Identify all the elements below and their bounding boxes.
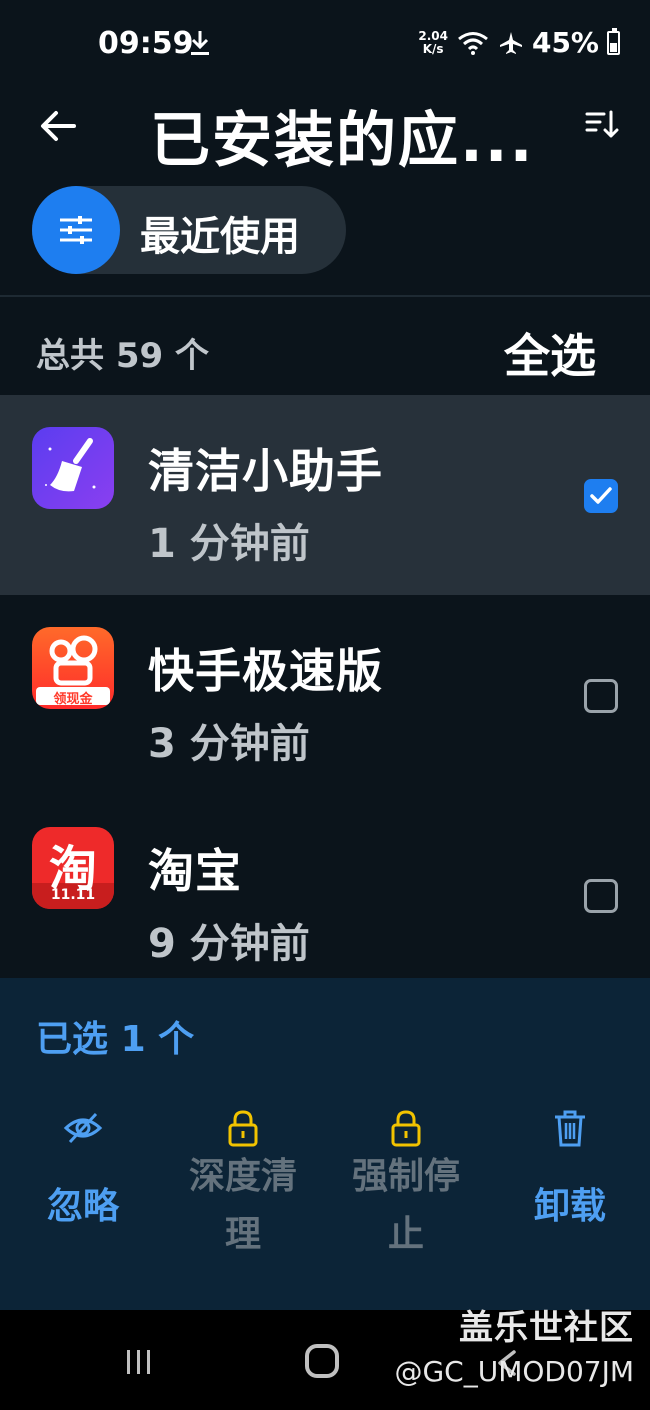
deep-clean-label-1: 深度清 — [188, 1156, 297, 1197]
filter-chip[interactable]: 最近使用 — [32, 186, 346, 274]
list-item[interactable]: 淘 11.11 淘宝 9 分钟前 — [0, 795, 650, 995]
ignore-label: 忽略 — [46, 1186, 119, 1227]
battery-icon — [607, 27, 620, 55]
app-checkbox[interactable] — [584, 679, 618, 713]
kuaishou-app-icon: 领现金 — [32, 627, 114, 709]
app-checkbox[interactable] — [584, 879, 618, 913]
app-name: 清洁小助手 — [148, 444, 383, 498]
filter-label: 最近使用 — [140, 214, 300, 260]
total-number: 59 — [115, 336, 164, 376]
uninstall-label: 卸载 — [533, 1186, 606, 1227]
status-bar: 09:59 2.04 K/s 45% — [0, 0, 650, 90]
app-name: 淘宝 — [148, 844, 242, 898]
app-badge-text: 领现金 — [53, 692, 93, 707]
trash-icon — [555, 1110, 585, 1147]
check-icon — [590, 487, 612, 504]
network-speed: 2.04 K/s — [418, 28, 448, 56]
lock-icon — [228, 1110, 258, 1147]
watermark: 盖乐世社区 @GC_UMOD07JM — [394, 1308, 634, 1388]
battery-percent: 45% — [531, 26, 599, 59]
home-icon[interactable] — [305, 1344, 339, 1378]
airplane-icon — [499, 31, 522, 54]
app-header: 已安装的应... — [0, 90, 650, 180]
app-list: 清洁小助手 1 分钟前 领现金 快手极速版 3 分钟前 淘 11.11 淘宝 9… — [0, 395, 650, 995]
total-count: 总共 59 个 — [36, 336, 210, 376]
wifi-icon — [458, 31, 488, 55]
back-arrow-icon[interactable] — [38, 106, 78, 146]
force-stop-label-1: 强制停 — [351, 1156, 460, 1197]
app-last-used: 1 分钟前 — [148, 521, 310, 567]
eye-off-icon — [63, 1112, 103, 1144]
divider — [0, 295, 650, 297]
force-stop-label-2: 止 — [387, 1214, 424, 1255]
recent-apps-icon[interactable] — [124, 1348, 154, 1376]
action-panel: 已选 1 个 忽略 深度清 理 强制停 止 卸载 — [0, 978, 650, 1310]
deep-clean-label-2: 理 — [224, 1214, 261, 1255]
app-name: 快手极速版 — [148, 644, 383, 698]
app-last-used: 3 分钟前 — [148, 721, 310, 767]
list-item[interactable]: 领现金 快手极速版 3 分钟前 — [0, 595, 650, 795]
page-title: 已安装的应... — [150, 106, 535, 176]
download-icon — [191, 31, 209, 55]
app-checkbox[interactable] — [584, 479, 618, 513]
app-badge-small: 11.11 — [50, 887, 96, 903]
app-last-used: 9 分钟前 — [148, 921, 310, 967]
cleaner-app-icon — [32, 427, 114, 509]
list-item[interactable]: 清洁小助手 1 分钟前 — [0, 395, 650, 595]
select-all-button[interactable]: 全选 — [504, 320, 596, 386]
taobao-app-icon: 淘 11.11 — [32, 827, 114, 909]
status-time: 09:59 — [98, 26, 194, 61]
lock-icon — [391, 1110, 421, 1147]
filter-settings-icon — [32, 186, 120, 274]
selected-count: 已选 1 个 — [36, 1019, 195, 1060]
sort-icon[interactable] — [584, 106, 620, 142]
